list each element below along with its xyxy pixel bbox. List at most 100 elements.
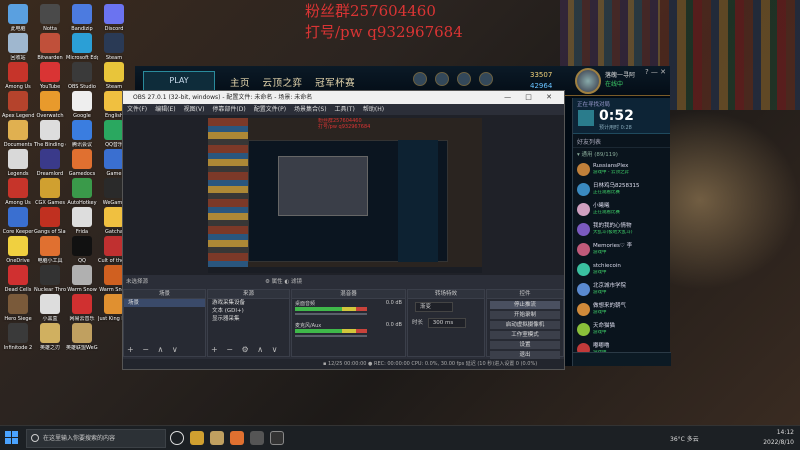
desktop-icon[interactable]: Nuclear Throne xyxy=(34,265,66,293)
desktop-icon[interactable]: Microsoft Edge xyxy=(66,33,98,61)
desktop-icon[interactable]: Steam xyxy=(98,62,130,90)
desktop-icon[interactable]: Discord xyxy=(98,4,130,32)
desktop-icon[interactable]: Documents xyxy=(2,120,34,148)
obs-taskbar-icon[interactable] xyxy=(250,431,264,445)
desktop-icon[interactable]: 英雄联盟WeGame版 xyxy=(66,323,98,351)
list-item[interactable]: stchiecoin 游戏中 xyxy=(573,260,670,280)
desktop-icon[interactable]: Frida xyxy=(66,207,98,235)
desktop-icon[interactable]: The Binding of Isaac xyxy=(34,120,66,148)
list-item[interactable]: 天命猫猫 游戏中 xyxy=(573,320,670,340)
desktop-icon[interactable]: Bitwarden xyxy=(34,33,66,61)
obs-menu-item[interactable]: 视图(V) xyxy=(184,106,205,113)
desktop-icon[interactable]: 回收站 xyxy=(2,33,34,61)
list-item[interactable]: 日林鸡乌8258315 正在观看比赛 xyxy=(573,180,670,200)
cortana-icon[interactable] xyxy=(170,431,184,445)
loot-icon[interactable] xyxy=(457,72,471,86)
scenes-toolbar[interactable]: + − ∧ ∨ xyxy=(127,345,181,354)
desktop-icon[interactable]: Apex Legends xyxy=(2,91,34,119)
desktop-icon[interactable]: Infinitode 2 xyxy=(2,323,34,351)
lol-window-controls[interactable]: ? — ✕ xyxy=(645,68,666,76)
stop-streaming-button[interactable]: 停止推流 xyxy=(490,301,560,309)
lol-nav-tft[interactable]: 云顶之弈 xyxy=(263,78,303,89)
desktop-icon[interactable]: AutoHotkey xyxy=(66,178,98,206)
avatar[interactable] xyxy=(575,68,601,94)
desktop-icon[interactable]: Dreamlord xyxy=(34,149,66,177)
properties-filters-buttons[interactable]: ⚙ 属性 ◐ 滤镜 xyxy=(265,277,302,287)
settings-button[interactable]: 设置 xyxy=(490,341,560,349)
source-item-display[interactable]: 显示器采集 xyxy=(208,315,289,323)
list-item[interactable]: 小曦曦 正在观看比赛 xyxy=(573,200,670,220)
windows-start-icon[interactable] xyxy=(5,431,19,445)
desktop-icon[interactable]: Legends xyxy=(2,149,34,177)
wegame-taskbar-icon[interactable] xyxy=(230,431,244,445)
friends-group[interactable]: ▾ 通用 (89/119) xyxy=(573,148,670,160)
desktop-icon[interactable]: 电脑小工具 xyxy=(34,236,66,264)
exit-button[interactable]: 退出 xyxy=(490,351,560,359)
obs-window-controls[interactable]: — □ ✕ xyxy=(504,91,558,104)
desktop-icon[interactable]: Google xyxy=(66,91,98,119)
sources-toolbar[interactable]: + − ⚙ ∧ ∨ xyxy=(211,345,280,354)
store-icon[interactable] xyxy=(479,72,493,86)
system-clock[interactable]: 14:12 2022/8/10 xyxy=(763,428,794,448)
obs-menu-item[interactable]: 文件(F) xyxy=(127,106,147,113)
desktop-icon[interactable]: Steam xyxy=(98,33,130,61)
profile-icon[interactable] xyxy=(413,72,427,86)
list-item[interactable]: 做想来的朝气 游戏中 xyxy=(573,300,670,320)
desktop-icon[interactable]: Bandizip xyxy=(66,4,98,32)
desktop-icon[interactable]: Hero Siege xyxy=(2,294,34,322)
desktop-icon[interactable]: Notta xyxy=(34,4,66,32)
obs-menu-item[interactable]: 帮助(H) xyxy=(363,106,384,113)
lol-nav-home[interactable]: 主页 xyxy=(230,78,250,89)
desktop-icon[interactable]: OBS Studio xyxy=(66,62,98,90)
desktop-icon-label: Among Us xyxy=(5,84,31,90)
steam-taskbar-icon[interactable] xyxy=(270,431,284,445)
desktop-icon[interactable]: 小黑盒 xyxy=(34,294,66,322)
volume-slider[interactable] xyxy=(295,313,367,315)
desktop-icon[interactable]: QQ xyxy=(66,236,98,264)
desktop-icon[interactable]: 此电脑 xyxy=(2,4,34,32)
obs-menu-item[interactable]: 停靠部件(D) xyxy=(212,106,245,113)
desktop-icon[interactable]: OneDrive xyxy=(2,236,34,264)
virtual-camera-button[interactable]: 启动虚拟摄像机 xyxy=(490,321,560,329)
lol-nav-clash[interactable]: 冠军杯赛 xyxy=(315,78,355,89)
desktop-icon[interactable]: Gangs of Slaughter xyxy=(34,207,66,235)
desktop-icon[interactable]: Among Us xyxy=(2,62,34,90)
lol-play-button[interactable]: PLAY xyxy=(143,71,215,91)
list-item[interactable]: 北京城市学院 游戏中 xyxy=(573,280,670,300)
list-item[interactable]: RussiansPlex 游戏中 - 云顶之弈 xyxy=(573,160,670,180)
weather-widget[interactable]: 36°C 多云 xyxy=(670,434,699,443)
preview-obs-window xyxy=(278,156,368,216)
obs-menu-item[interactable]: 工具(T) xyxy=(335,106,355,113)
desktop-icon[interactable]: Core Keeper xyxy=(2,207,34,235)
taskbar-search-box[interactable]: 在这里输入你要搜索的内容 xyxy=(26,429,166,448)
list-item[interactable]: 我的我的心情物 大乱斗(极地大乱斗) xyxy=(573,220,670,240)
friend-status: 正在观看比赛 xyxy=(593,190,620,195)
desktop-icon[interactable]: 腾讯会议 xyxy=(66,120,98,148)
obs-menu-item[interactable]: 场景集合(S) xyxy=(294,106,327,113)
desktop-icon[interactable]: 网易云音乐 xyxy=(66,294,98,322)
desktop-icon[interactable]: Gamedocs xyxy=(66,149,98,177)
obs-menu-item[interactable]: 编辑(E) xyxy=(155,106,175,113)
studio-mode-button[interactable]: 工作室模式 xyxy=(490,331,560,339)
scenes-dock-title: 场景 xyxy=(124,290,205,299)
source-item-game[interactable]: 游戏采集设备 xyxy=(208,299,289,307)
volume-slider[interactable] xyxy=(295,335,367,337)
app-icon xyxy=(72,91,92,111)
file-explorer-icon[interactable] xyxy=(190,431,204,445)
desktop-icon[interactable]: Among Us xyxy=(2,178,34,206)
obs-menu-item[interactable]: 配置文件(P) xyxy=(254,106,286,113)
list-item[interactable]: Memories♡ 李游戏中 xyxy=(573,240,670,260)
collection-icon[interactable] xyxy=(435,72,449,86)
desktop-icon[interactable]: Warm Snow xyxy=(66,265,98,293)
desktop-icon[interactable]: CGX Games xyxy=(34,178,66,206)
start-recording-button[interactable]: 开始录制 xyxy=(490,311,560,319)
scene-item[interactable]: 场景 xyxy=(124,299,205,307)
desktop-icon[interactable]: Dead Cells xyxy=(2,265,34,293)
desktop-icon[interactable]: 英雄之刃 xyxy=(34,323,66,351)
desktop-icon[interactable]: YouTube xyxy=(34,62,66,90)
desktop-icon[interactable]: Overwatch xyxy=(34,91,66,119)
lol-taskbar-icon[interactable] xyxy=(210,431,224,445)
source-item-text[interactable]: 文本 (GDI+) xyxy=(208,307,289,315)
duration-input[interactable]: 300 ms xyxy=(427,318,466,328)
transition-type-select[interactable]: 渐变 xyxy=(415,302,453,312)
